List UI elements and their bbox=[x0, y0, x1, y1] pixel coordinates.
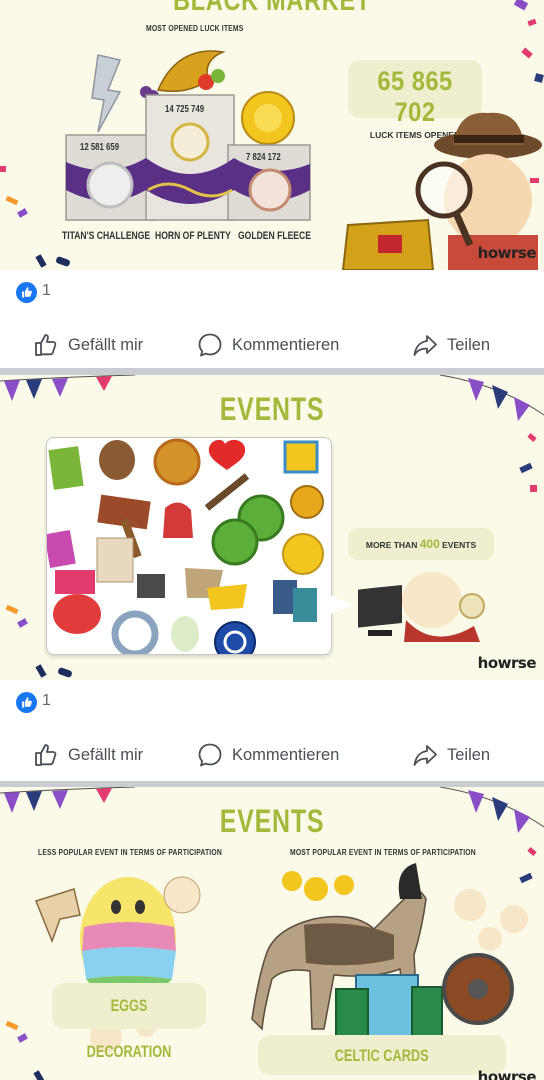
event-count-value: 400 bbox=[419, 537, 440, 551]
comment-button-label: Kommentieren bbox=[232, 335, 340, 354]
event-items-collage bbox=[46, 437, 332, 655]
share-button-label: Teilen bbox=[447, 745, 491, 764]
post-action-bar: Gefällt mir Kommentieren Teilen bbox=[0, 314, 544, 376]
magnifying-glass-icon bbox=[415, 161, 473, 219]
most-popular-caption: MOST POPULAR EVENT IN TERMS OF PARTICIPA… bbox=[290, 848, 476, 857]
confetti bbox=[0, 166, 6, 172]
confetti bbox=[17, 1033, 28, 1043]
like-reaction-icon bbox=[16, 692, 37, 713]
events-popularity-infographic[interactable]: EVENTS LESS POPULAR EVENT IN TERMS OF PA… bbox=[0, 787, 544, 1080]
like-reaction-icon bbox=[16, 282, 37, 303]
confetti bbox=[17, 208, 28, 218]
confetti bbox=[527, 18, 537, 27]
most-popular-event-name: CELTIC CARDS bbox=[335, 1046, 429, 1065]
reaction-count: 1 bbox=[42, 692, 51, 709]
confetti bbox=[55, 255, 71, 268]
reactions-summary[interactable]: 1 bbox=[0, 270, 544, 314]
share-button[interactable]: Teilen bbox=[412, 739, 490, 771]
post-action-bar: Gefällt mir Kommentieren Teilen bbox=[0, 724, 544, 786]
panel-subtitle: MOST OPENED LUCK ITEMS bbox=[146, 24, 244, 33]
reaction-count: 1 bbox=[42, 282, 51, 299]
share-button-label: Teilen bbox=[447, 335, 491, 354]
panel-title: EVENTS bbox=[219, 391, 325, 427]
confetti bbox=[521, 47, 533, 59]
podium-label-right: GOLDEN FLEECE bbox=[238, 230, 311, 242]
howrse-logo: howrse bbox=[477, 1068, 537, 1080]
share-arrow-icon bbox=[413, 335, 437, 356]
comment-button[interactable]: Kommentieren bbox=[197, 329, 339, 361]
confetti bbox=[35, 254, 47, 268]
panel-title: BLACK MARKET bbox=[173, 0, 371, 17]
comment-button-label: Kommentieren bbox=[232, 745, 340, 764]
less-popular-event-name: EGGS DECORATION bbox=[86, 996, 172, 1061]
comment-bubble-icon bbox=[198, 743, 222, 767]
confetti bbox=[527, 847, 537, 856]
podium-count-left: 12 581 659 bbox=[80, 142, 120, 153]
event-count-box: MORE THAN 400 EVENTS bbox=[348, 528, 494, 560]
like-button-label: Gefällt mir bbox=[68, 745, 144, 764]
comment-button[interactable]: Kommentieren bbox=[197, 739, 339, 771]
podium-count-right: 7 824 172 bbox=[246, 152, 281, 163]
post-separator bbox=[0, 368, 544, 375]
podium-label-left: TITAN'S CHALLENGE bbox=[62, 230, 151, 242]
confetti bbox=[5, 604, 19, 615]
confetti bbox=[513, 0, 529, 11]
thumbs-up-icon bbox=[35, 334, 57, 356]
podium-count-center: 14 725 749 bbox=[165, 104, 205, 115]
howrse-logo: howrse bbox=[477, 654, 537, 672]
confetti bbox=[534, 73, 544, 83]
event-count-suffix: EVENTS bbox=[442, 540, 477, 550]
most-popular-event-box: CELTIC CARDS bbox=[258, 1035, 506, 1075]
mascot-at-computer-illustration bbox=[358, 572, 485, 642]
events-infographic[interactable]: EVENTS MORE THAN 400 EVENTS howrse bbox=[0, 375, 544, 680]
share-button[interactable]: Teilen bbox=[412, 329, 490, 361]
confetti bbox=[17, 618, 28, 628]
black-market-infographic[interactable]: BLACK MARKET MOST OPENED LUCK ITEMS 12 5… bbox=[0, 0, 544, 270]
thumbs-up-icon bbox=[35, 744, 57, 766]
confetti bbox=[5, 1020, 19, 1031]
podium-illustration bbox=[65, 50, 311, 221]
reactions-summary[interactable]: 1 bbox=[0, 680, 544, 724]
event-items-illustration bbox=[47, 438, 324, 654]
bubble-tail bbox=[330, 595, 352, 615]
lightning-trophy-icon bbox=[91, 54, 122, 133]
less-popular-caption: LESS POPULAR EVENT IN TERMS OF PARTICIPA… bbox=[38, 848, 222, 857]
howrse-logo: howrse bbox=[477, 244, 537, 262]
confetti bbox=[35, 664, 47, 678]
confetti bbox=[530, 485, 537, 492]
facebook-feed: BLACK MARKET MOST OPENED LUCK ITEMS 12 5… bbox=[0, 0, 544, 1080]
like-button-label: Gefällt mir bbox=[68, 335, 144, 354]
thumbs-down-icon bbox=[35, 888, 81, 944]
comment-bubble-icon bbox=[198, 333, 222, 357]
confetti bbox=[57, 666, 73, 679]
panel-title: EVENTS bbox=[219, 803, 325, 839]
like-button[interactable]: Gefällt mir bbox=[33, 739, 143, 771]
podium-label-center: HORN OF PLENTY bbox=[155, 230, 231, 242]
less-popular-event-box: EGGS DECORATION bbox=[52, 983, 206, 1061]
confetti bbox=[519, 462, 533, 474]
share-arrow-icon bbox=[413, 745, 437, 766]
confetti bbox=[33, 1070, 45, 1080]
event-count-prefix: MORE THAN bbox=[365, 540, 418, 550]
confetti bbox=[5, 195, 19, 206]
like-button[interactable]: Gefällt mir bbox=[33, 329, 143, 361]
